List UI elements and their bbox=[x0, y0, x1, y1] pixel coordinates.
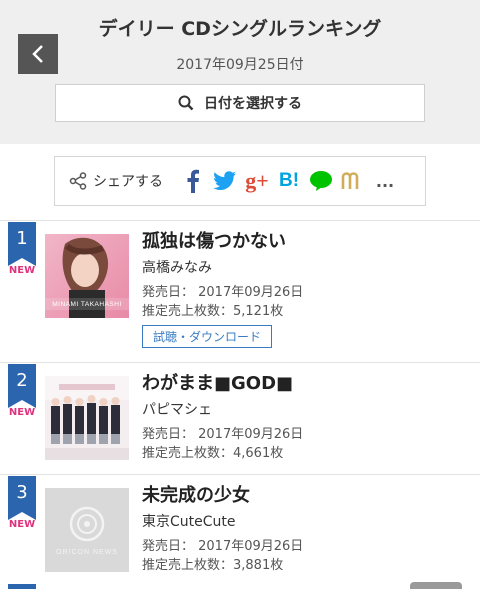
mixi-share-button[interactable] bbox=[337, 165, 369, 197]
scroll-top-tab[interactable] bbox=[410, 582, 462, 589]
facebook-share-button[interactable] bbox=[177, 165, 209, 197]
artist-name[interactable]: 高橋みなみ bbox=[142, 259, 303, 277]
google-plus-share-button[interactable]: g+ bbox=[241, 165, 273, 197]
hatena-bookmark-share-button[interactable]: B! bbox=[273, 165, 305, 197]
item-info: わがまま■GOD■ パピマシェ 発売日： 2017年09月26日 推定売上枚数：… bbox=[142, 372, 303, 463]
next-rank-badge bbox=[8, 584, 36, 589]
google-plus-icon: g+ bbox=[245, 168, 269, 193]
artist-name[interactable]: 東京CuteCute bbox=[142, 513, 303, 531]
share-bar: シェアする g+ B! ... bbox=[54, 156, 426, 206]
share-label: シェアする bbox=[69, 171, 163, 191]
ranking-item[interactable]: 2 NEW わがまま■GOD■ パピマシェ 発売日： 2017年09月26日 推… bbox=[0, 364, 480, 474]
header: デイリー CDシングルランキング 2017年09月25日付 日付を選択する bbox=[0, 0, 480, 144]
jacket-image[interactable] bbox=[45, 376, 129, 460]
more-share-button[interactable]: ... bbox=[369, 165, 401, 197]
hatena-bookmark-icon: B! bbox=[278, 170, 300, 191]
ranking-item[interactable]: 1 NEW MINAMI TAKAHASHI 孤独は傷つかない 高橋みなみ 発売… bbox=[0, 222, 480, 348]
mixi-icon bbox=[341, 172, 359, 189]
select-date-label: 日付を選択する bbox=[204, 96, 302, 112]
line-icon bbox=[310, 171, 332, 191]
facebook-icon bbox=[187, 169, 199, 193]
share-text: シェアする bbox=[93, 174, 163, 190]
single-title[interactable]: 孤独は傷つかない bbox=[142, 230, 303, 254]
divider bbox=[0, 362, 480, 363]
page-title: デイリー CDシングルランキング bbox=[98, 18, 382, 40]
twitter-share-button[interactable] bbox=[209, 165, 241, 197]
oricon-placeholder-art: ORICON NEWS bbox=[45, 488, 129, 572]
ranking-date: 2017年09月25日付 bbox=[176, 57, 304, 73]
new-label: NEW bbox=[8, 519, 36, 530]
ranking-item[interactable]: 3 NEW ORICON NEWS 未完成の少女 東京CuteCute 発売日：… bbox=[0, 476, 480, 586]
divider bbox=[0, 220, 480, 221]
item-info: 孤独は傷つかない 高橋みなみ 発売日： 2017年09月26日 推定売上枚数：5… bbox=[142, 230, 303, 348]
estimated-sales: 推定売上枚数：4,661枚 bbox=[142, 446, 284, 461]
new-label: NEW bbox=[8, 407, 36, 418]
release-date: 発売日： 2017年09月26日 bbox=[142, 285, 304, 300]
jacket-placeholder-image[interactable]: ORICON NEWS bbox=[45, 488, 129, 572]
jacket-art bbox=[45, 376, 129, 460]
share-icon bbox=[69, 172, 87, 190]
line-share-button[interactable] bbox=[305, 165, 337, 197]
twitter-icon bbox=[213, 171, 236, 190]
estimated-sales: 推定売上枚数：5,121枚 bbox=[142, 304, 284, 319]
rank-badge: 3 bbox=[8, 476, 36, 520]
jacket-image[interactable]: MINAMI TAKAHASHI bbox=[45, 234, 129, 318]
release-date: 発売日： 2017年09月26日 bbox=[142, 427, 304, 442]
new-label: NEW bbox=[8, 265, 36, 276]
rank-badge: 2 bbox=[8, 364, 36, 408]
more-icon: ... bbox=[375, 171, 395, 191]
item-info: 未完成の少女 東京CuteCute 発売日： 2017年09月26日 推定売上枚… bbox=[142, 484, 303, 575]
rank-badge: 1 bbox=[8, 222, 36, 266]
estimated-sales: 推定売上枚数：3,881枚 bbox=[142, 558, 284, 573]
single-title[interactable]: 未完成の少女 bbox=[142, 484, 303, 508]
release-date: 発売日： 2017年09月26日 bbox=[142, 539, 304, 554]
jacket-placeholder-text: ORICON NEWS bbox=[56, 549, 118, 556]
artist-name[interactable]: パピマシェ bbox=[142, 401, 303, 419]
jacket-artist-text: MINAMI TAKAHASHI bbox=[52, 301, 122, 308]
search-icon bbox=[178, 95, 194, 111]
jacket-art: MINAMI TAKAHASHI bbox=[45, 234, 129, 318]
single-title[interactable]: わがまま■GOD■ bbox=[142, 372, 303, 396]
divider bbox=[0, 474, 480, 475]
select-date-button[interactable]: 日付を選択する bbox=[55, 84, 425, 122]
listen-download-button[interactable]: 試聴・ダウンロード bbox=[142, 325, 273, 348]
